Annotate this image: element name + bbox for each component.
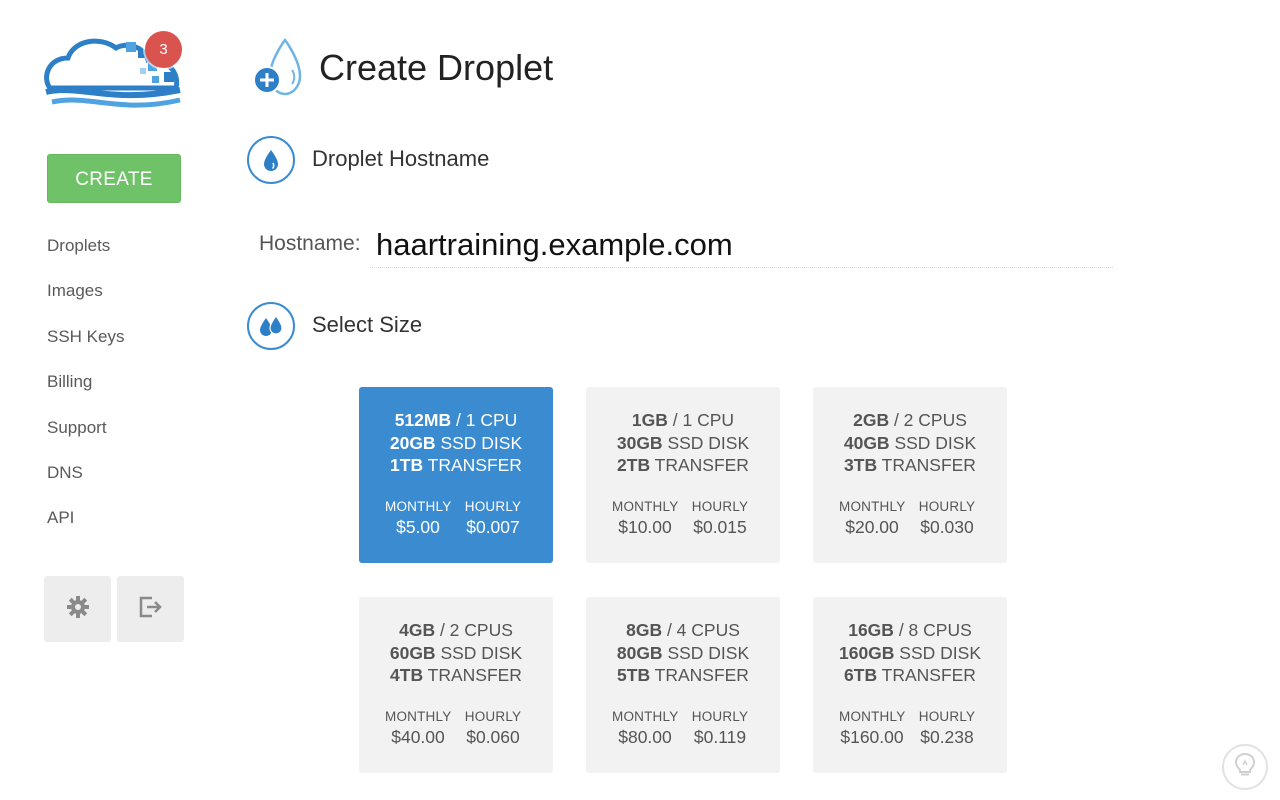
size-transfer-label: TRANSFER [650, 455, 749, 475]
size-transfer-label: TRANSFER [650, 665, 749, 685]
size-section-title: Select Size [312, 312, 423, 337]
size-memory: 512MB [394, 410, 452, 430]
hourly-price: $0.119 [693, 727, 747, 747]
hostname-input[interactable] [370, 222, 1113, 268]
hourly-price: $0.007 [466, 517, 520, 537]
monthly-label: MONTHLY [839, 499, 906, 514]
monthly-price: $10.00 [618, 517, 672, 537]
size-transfer: 6TB [844, 665, 878, 685]
size-transfer: 1TB [390, 455, 424, 475]
size-cpu: / 4 CPUS [666, 620, 740, 640]
monthly-price: $5.00 [396, 517, 440, 537]
page-title: Create Droplet [319, 47, 554, 88]
size-disk: 30GB [616, 433, 663, 453]
hourly-label: HOURLY [464, 709, 522, 724]
size-disk: 160GB [838, 643, 895, 663]
sidebar-item-support[interactable]: Support [47, 416, 124, 461]
hourly-price: $0.060 [466, 727, 520, 747]
size-transfer-label: TRANSFER [877, 455, 976, 475]
monthly-price: $160.00 [840, 727, 904, 747]
size-memory: 4GB [399, 620, 436, 640]
droplet-plus-icon [252, 37, 302, 98]
size-disk: 20GB [389, 433, 436, 453]
monthly-price: $20.00 [845, 517, 899, 537]
hourly-label: HOURLY [464, 499, 522, 514]
size-disk-label: SSD DISK [435, 433, 523, 453]
size-disk: 80GB [616, 643, 663, 663]
droplet-icon [247, 136, 295, 184]
size-cpu: / 1 CPU [672, 410, 735, 430]
sidebar-item-dns[interactable]: DNS [47, 461, 124, 506]
size-cpu: / 2 CPUS [439, 620, 513, 640]
size-cpu: / 1 CPU [456, 410, 518, 430]
size-cpu: / 2 CPUS [893, 410, 967, 430]
sidebar-item-droplets[interactable]: Droplets [47, 234, 124, 279]
size-disk-label: SSD DISK [662, 433, 750, 453]
size-disk-label: SSD DISK [435, 643, 523, 663]
size-disk: 40GB [843, 433, 890, 453]
size-transfer: 3TB [844, 455, 878, 475]
size-transfer: 5TB [617, 665, 651, 685]
size-card-512mb[interactable]: 512MB / 1 CPU 20GB SSD DISK 1TB TRANSFER… [359, 387, 553, 563]
monthly-price: $80.00 [618, 727, 672, 747]
size-disk-label: SSD DISK [894, 643, 981, 663]
notification-badge[interactable]: 3 [145, 31, 182, 68]
lightbulb-icon [1234, 752, 1256, 783]
size-transfer-label: TRANSFER [423, 665, 522, 685]
help-button[interactable] [1222, 744, 1268, 790]
monthly-label: MONTHLY [385, 499, 452, 514]
double-droplet-icon [247, 302, 295, 350]
size-transfer: 2TB [617, 455, 651, 475]
sidebar-item-ssh-keys[interactable]: SSH Keys [47, 325, 124, 370]
monthly-label: MONTHLY [839, 709, 906, 724]
sidebar-item-api[interactable]: API [47, 506, 124, 551]
hostname-section-title: Droplet Hostname [312, 146, 490, 171]
create-button[interactable]: CREATE [47, 154, 181, 203]
sidebar: 3 CREATE Droplets Images SSH Keys Billin… [0, 0, 230, 800]
settings-button[interactable] [44, 576, 111, 642]
size-card-8gb[interactable]: 8GB / 4 CPUS 80GB SSD DISK 5TB TRANSFER … [586, 597, 780, 773]
logout-button[interactable] [117, 576, 184, 642]
monthly-label: MONTHLY [612, 499, 679, 514]
hourly-label: HOURLY [918, 709, 976, 724]
size-card-4gb[interactable]: 4GB / 2 CPUS 60GB SSD DISK 4TB TRANSFER … [359, 597, 553, 773]
size-card-2gb[interactable]: 2GB / 2 CPUS 40GB SSD DISK 3TB TRANSFER … [813, 387, 1007, 563]
hourly-label: HOURLY [691, 499, 749, 514]
hourly-price: $0.238 [920, 727, 974, 747]
hourly-label: HOURLY [691, 709, 749, 724]
hourly-price: $0.030 [920, 517, 974, 537]
size-transfer-label: TRANSFER [877, 665, 976, 685]
monthly-price: $40.00 [391, 727, 445, 747]
monthly-label: MONTHLY [385, 709, 452, 724]
size-memory: 16GB [848, 620, 894, 640]
logout-icon [138, 595, 164, 624]
hourly-label: HOURLY [918, 499, 976, 514]
hostname-label: Hostname: [259, 232, 361, 255]
size-transfer: 4TB [390, 665, 424, 685]
size-transfer-label: TRANSFER [423, 455, 522, 475]
size-memory: 8GB [626, 620, 663, 640]
size-cpu: / 8 CPUS [898, 620, 972, 640]
sidebar-item-images[interactable]: Images [47, 279, 124, 324]
size-card-1gb[interactable]: 1GB / 1 CPU 30GB SSD DISK 2TB TRANSFER M… [586, 387, 780, 563]
sidebar-item-billing[interactable]: Billing [47, 370, 124, 415]
size-memory: 1GB [631, 410, 668, 430]
gear-icon [66, 595, 90, 624]
sidebar-nav: Droplets Images SSH Keys Billing Support… [47, 234, 124, 552]
size-disk-label: SSD DISK [662, 643, 750, 663]
hourly-price: $0.015 [693, 517, 747, 537]
size-disk: 60GB [389, 643, 436, 663]
monthly-label: MONTHLY [612, 709, 679, 724]
size-disk-label: SSD DISK [889, 433, 977, 453]
size-card-16gb[interactable]: 16GB / 8 CPUS 160GB SSD DISK 6TB TRANSFE… [813, 597, 1007, 773]
size-memory: 2GB [853, 410, 890, 430]
